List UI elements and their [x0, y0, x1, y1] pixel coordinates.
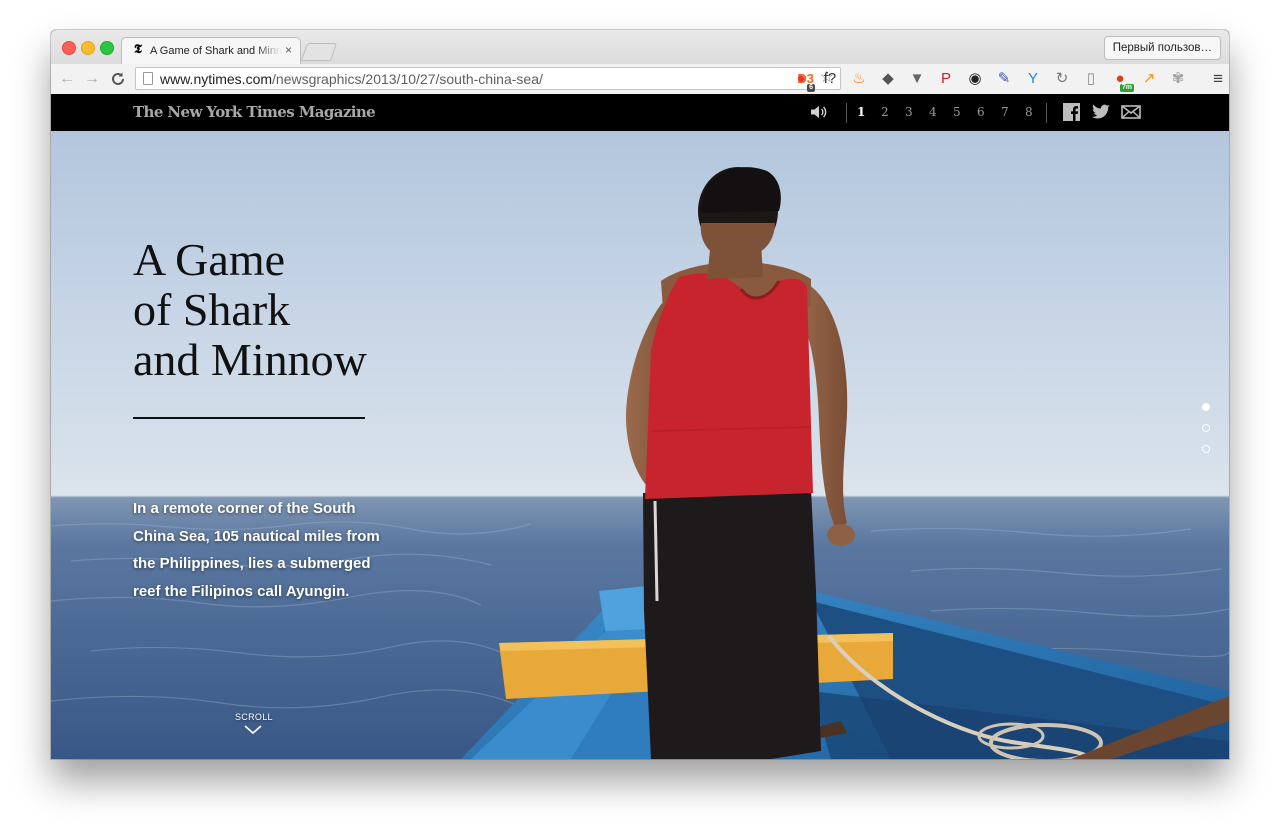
maximize-window-button[interactable]: [100, 41, 114, 55]
twitter-icon[interactable]: [1091, 103, 1111, 121]
sound-icon[interactable]: [809, 104, 829, 120]
chapter-link-7[interactable]: 7: [1001, 105, 1009, 120]
scroll-label: SCROLL: [235, 712, 273, 722]
progress-dot[interactable]: [1202, 424, 1210, 432]
chevron-down-icon[interactable]: [244, 725, 262, 735]
fire-extension-glyph: ♨: [852, 70, 866, 87]
headline-line: A Game: [133, 234, 286, 285]
browser-toolbar: ← → www.nytimes.com/newsgraphics/2013/10…: [51, 64, 1229, 95]
address-bar[interactable]: www.nytimes.com/newsgraphics/2013/10/27/…: [135, 67, 841, 90]
chapter-link-3[interactable]: 3: [905, 105, 913, 120]
title-bar: 𝕿 A Game of Shark and Minnow × Первый по…: [51, 30, 1229, 64]
refresh-extension-glyph: ↻: [1055, 70, 1069, 87]
headline-line: and Minnow: [133, 334, 367, 385]
fire-extension-icon[interactable]: ♨: [849, 69, 869, 89]
chrome-menu-icon[interactable]: ≡: [1213, 69, 1223, 89]
adblock-extension-icon[interactable]: ● 6: [791, 69, 815, 92]
page-viewport: The New York Times Magazine 1 2 3 4 5 6 7 8 A G…: [51, 94, 1229, 759]
tab-active[interactable]: 𝕿 A Game of Shark and Minnow ×: [121, 37, 301, 64]
reader-extension-glyph: ▯: [1086, 70, 1096, 87]
url-host: www.nytimes.com: [160, 71, 273, 87]
headline-divider: [133, 417, 365, 419]
pocket-extension-icon[interactable]: ▼: [907, 69, 927, 89]
nyt-favicon-icon: 𝕿: [134, 42, 142, 57]
tab-title: A Game of Shark and Minnow: [150, 45, 282, 57]
eyedropper-extension-icon[interactable]: ✎: [994, 69, 1014, 89]
paw-extension-glyph: ✾: [1171, 70, 1185, 87]
colorzilla-extension-icon[interactable]: ◉: [965, 69, 985, 89]
minimize-window-button[interactable]: [81, 41, 95, 55]
chapter-link-5[interactable]: 5: [953, 105, 961, 120]
adblock-extension-glyph: ●: [796, 70, 806, 87]
evernote-extension-icon[interactable]: ◆: [878, 69, 898, 89]
header-divider: [1046, 103, 1047, 123]
article-lede: In a remote corner of the South China Se…: [133, 500, 380, 600]
reload-icon[interactable]: [110, 69, 126, 92]
close-window-button[interactable]: [62, 41, 76, 55]
url-text[interactable]: www.nytimes.com/newsgraphics/2013/10/27/…: [160, 71, 543, 87]
page-icon: [143, 72, 153, 85]
refresh-extension-icon[interactable]: ↻: [1052, 69, 1072, 89]
tab-close-icon[interactable]: ×: [285, 43, 292, 57]
reader-extension-icon[interactable]: ▯: [1081, 69, 1101, 89]
chapter-link-8[interactable]: 8: [1025, 105, 1033, 120]
analytics-extension-glyph: ↗: [1142, 70, 1156, 87]
headline-line: of Shark: [133, 284, 291, 335]
chapter-link-1[interactable]: 1: [857, 105, 865, 120]
nyt-header-bar: The New York Times Magazine 1 2 3 4 5 6 7 8: [51, 94, 1229, 131]
url-path: /newsgraphics/2013/10/27/south-china-sea…: [272, 71, 543, 87]
fontface-extension-glyph: f?: [823, 70, 837, 87]
header-divider: [846, 103, 847, 123]
fontface-extension-icon[interactable]: f?: [820, 69, 840, 89]
pinterest-extension-icon[interactable]: P: [936, 69, 956, 89]
progress-dot[interactable]: [1202, 445, 1210, 453]
back-arrow-icon[interactable]: ←: [59, 69, 75, 89]
evernote-extension-glyph: ◆: [882, 70, 894, 87]
yandex-extension-icon[interactable]: Y: [1023, 69, 1043, 89]
colorzilla-extension-glyph: ◉: [968, 70, 982, 87]
forward-arrow-icon[interactable]: →: [84, 69, 100, 89]
email-icon[interactable]: [1121, 103, 1141, 121]
pocket-extension-glyph: ▼: [909, 70, 925, 87]
scroll-prompt[interactable]: SCROLL: [235, 712, 273, 735]
profile-button[interactable]: Первый пользов…: [1103, 36, 1221, 60]
nyt-magazine-logo[interactable]: The New York Times Magazine: [133, 103, 376, 121]
chapter-link-2[interactable]: 2: [881, 105, 889, 120]
timer-extension-icon[interactable]: ● 7m: [1110, 69, 1134, 92]
article-headline: A Game of Shark and Minnow: [133, 235, 367, 385]
hero-image: [51, 167, 1229, 759]
pinterest-extension-glyph: P: [940, 70, 951, 87]
chapter-link-6[interactable]: 6: [977, 105, 985, 120]
yandex-extension-glyph: Y: [1027, 70, 1038, 87]
extension-badge: 6: [807, 84, 815, 92]
extension-badge: 7m: [1119, 84, 1134, 92]
eyedropper-extension-glyph: ✎: [997, 70, 1011, 87]
paw-extension-icon[interactable]: ✾: [1168, 69, 1188, 89]
hero-video[interactable]: A Game of Shark and Minnow In a remote c…: [51, 131, 1229, 759]
facebook-icon[interactable]: [1062, 103, 1082, 121]
browser-window: 𝕿 A Game of Shark and Minnow × Первый по…: [51, 30, 1229, 759]
chapter-link-4[interactable]: 4: [929, 105, 937, 120]
new-tab-button[interactable]: [300, 43, 338, 61]
progress-dot[interactable]: [1202, 403, 1210, 411]
analytics-extension-icon[interactable]: ↗: [1139, 69, 1159, 89]
